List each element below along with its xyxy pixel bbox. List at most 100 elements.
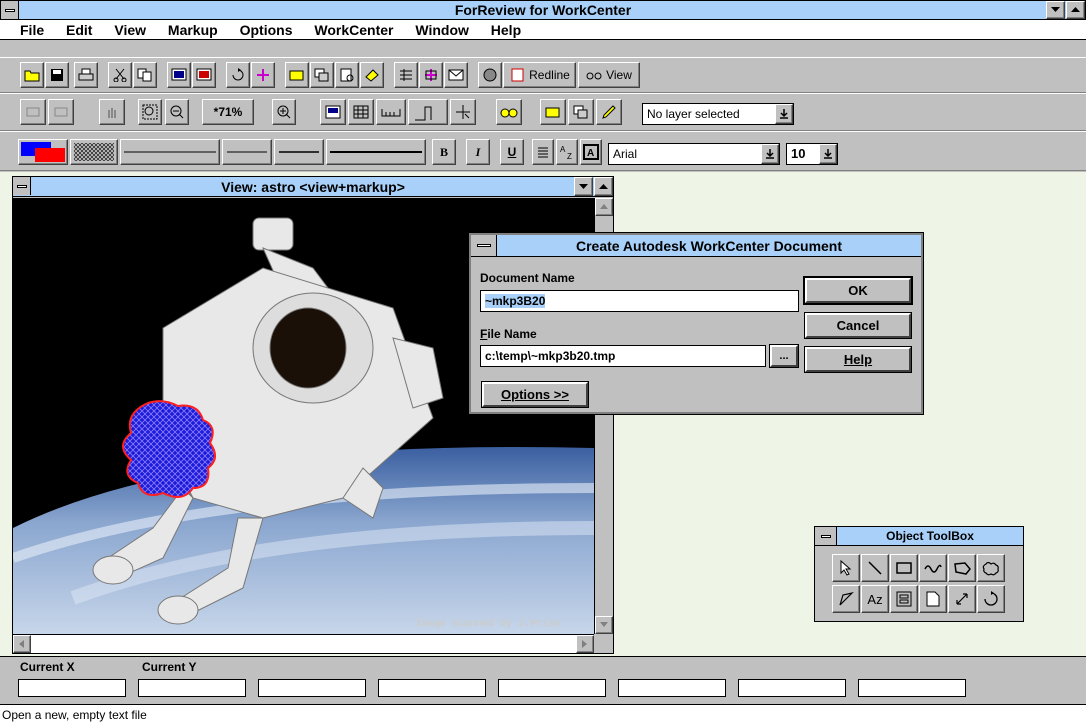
- next-page-button[interactable]: [48, 99, 74, 125]
- redline-tool-button[interactable]: [478, 62, 502, 88]
- layer-dropdown-button[interactable]: [775, 104, 793, 124]
- polygon-tool[interactable]: [948, 554, 976, 582]
- menu-workcenter[interactable]: WorkCenter: [314, 22, 393, 38]
- pattern-button[interactable]: [70, 139, 118, 165]
- select-tool[interactable]: [832, 554, 860, 582]
- line-style-button-1[interactable]: [120, 139, 220, 165]
- ruler-button[interactable]: [376, 99, 406, 125]
- scroll-right-button[interactable]: [576, 635, 594, 653]
- font-select[interactable]: Arial: [608, 143, 780, 165]
- size-dropdown-button[interactable]: [819, 144, 837, 164]
- menu-help[interactable]: Help: [491, 22, 521, 38]
- zoom-out-button[interactable]: [165, 99, 189, 125]
- ok-button[interactable]: OK: [803, 276, 913, 305]
- tool-button-f[interactable]: [419, 62, 443, 88]
- tool-button-e[interactable]: [394, 62, 418, 88]
- options-button[interactable]: Options >>: [481, 381, 589, 408]
- arrow-icon: [840, 560, 852, 576]
- line-width-button[interactable]: [326, 139, 426, 165]
- layer-pen-button[interactable]: [596, 99, 622, 125]
- text-size-button[interactable]: AZ: [556, 139, 578, 165]
- font-dropdown-button[interactable]: [761, 144, 779, 164]
- status-bar: Open a new, empty text file: [0, 704, 1086, 724]
- pan-button[interactable]: [99, 99, 125, 125]
- minimize-button[interactable]: [1046, 1, 1065, 19]
- text-tool[interactable]: Az: [861, 585, 889, 613]
- bold-label: B: [439, 144, 448, 159]
- layer-button-2[interactable]: [568, 99, 594, 125]
- view-minimize-button[interactable]: [574, 177, 593, 196]
- tool-button-c[interactable]: [335, 62, 359, 88]
- line-style-button-3[interactable]: [274, 139, 324, 165]
- text-frame-button[interactable]: A: [580, 139, 602, 165]
- freehand-tool[interactable]: [919, 554, 947, 582]
- view-glasses-button[interactable]: [496, 99, 522, 125]
- italic-button[interactable]: I: [466, 139, 490, 165]
- menu-view[interactable]: View: [114, 22, 146, 38]
- zoom-level-button[interactable]: *71%: [202, 99, 254, 125]
- stamp-tool[interactable]: [890, 585, 918, 613]
- document-name-input[interactable]: ~mkp3B20: [480, 290, 799, 312]
- menu-bar: File Edit View Markup Options WorkCenter…: [0, 20, 1086, 40]
- toolbox-system-menu-button[interactable]: [815, 527, 837, 545]
- status-field-5: [498, 679, 606, 697]
- color-button[interactable]: [18, 139, 68, 165]
- size-select[interactable]: 10: [786, 143, 838, 165]
- scroll-up-button[interactable]: [595, 198, 613, 216]
- maximize-button[interactable]: [1066, 1, 1085, 19]
- note-tool[interactable]: [919, 585, 947, 613]
- zoom-in-button[interactable]: [272, 99, 296, 125]
- snap-button[interactable]: [251, 62, 275, 88]
- menu-window[interactable]: Window: [415, 22, 469, 38]
- align-button[interactable]: [532, 139, 554, 165]
- dialog-system-menu-button[interactable]: [471, 235, 497, 256]
- menu-file[interactable]: File: [20, 22, 44, 38]
- menu-edit[interactable]: Edit: [66, 22, 92, 38]
- view-maximize-button[interactable]: [594, 177, 613, 196]
- grid-button[interactable]: [348, 99, 374, 125]
- browse-button[interactable]: ...: [769, 344, 799, 368]
- line-style-button-2[interactable]: [222, 139, 272, 165]
- mail-button[interactable]: [444, 62, 468, 88]
- polyline-tool[interactable]: [832, 585, 860, 613]
- cloud-tool[interactable]: [977, 554, 1005, 582]
- view-system-menu-button[interactable]: [13, 177, 31, 195]
- system-menu-button[interactable]: [1, 1, 19, 19]
- menu-markup[interactable]: Markup: [168, 22, 218, 38]
- fit-button[interactable]: [320, 99, 346, 125]
- cancel-button[interactable]: Cancel: [804, 312, 912, 339]
- rectangle-tool[interactable]: [890, 554, 918, 582]
- bold-button[interactable]: B: [432, 139, 456, 165]
- save-button[interactable]: [45, 62, 69, 88]
- measure-button[interactable]: [408, 99, 448, 125]
- help-button[interactable]: Help: [804, 346, 912, 373]
- menu-options[interactable]: Options: [240, 22, 293, 38]
- dialog-title: Create Autodesk WorkCenter Document: [575, 238, 843, 254]
- refresh-button[interactable]: [226, 62, 250, 88]
- tool-button-b[interactable]: [310, 62, 334, 88]
- print-button[interactable]: [74, 62, 98, 88]
- snap-point-button[interactable]: [450, 99, 476, 125]
- layer-button-1[interactable]: [540, 99, 566, 125]
- picture-button-1[interactable]: [167, 62, 191, 88]
- tool-button-a[interactable]: [285, 62, 309, 88]
- file-name-input[interactable]: c:\temp\~mkp3b20.tmp: [480, 345, 766, 367]
- scroll-down-button[interactable]: [595, 616, 613, 634]
- prev-page-button[interactable]: [20, 99, 46, 125]
- picture-button-2[interactable]: [192, 62, 216, 88]
- redline-button[interactable]: Redline: [503, 62, 576, 88]
- layer-select[interactable]: No layer selected: [642, 103, 794, 125]
- view-horizontal-scrollbar[interactable]: [13, 634, 594, 653]
- line-tool[interactable]: [861, 554, 889, 582]
- open-button[interactable]: [20, 62, 44, 88]
- tool-button-d[interactable]: [360, 62, 384, 88]
- copy-button[interactable]: [133, 62, 157, 88]
- underline-button[interactable]: U: [500, 139, 524, 165]
- rotate-tool[interactable]: [977, 585, 1005, 613]
- view-button[interactable]: View: [578, 62, 640, 88]
- zoom-window-button[interactable]: [138, 99, 162, 125]
- cut-button[interactable]: [108, 62, 132, 88]
- scroll-left-button[interactable]: [13, 635, 31, 653]
- line-icon: [868, 561, 882, 575]
- dimension-tool[interactable]: [948, 585, 976, 613]
